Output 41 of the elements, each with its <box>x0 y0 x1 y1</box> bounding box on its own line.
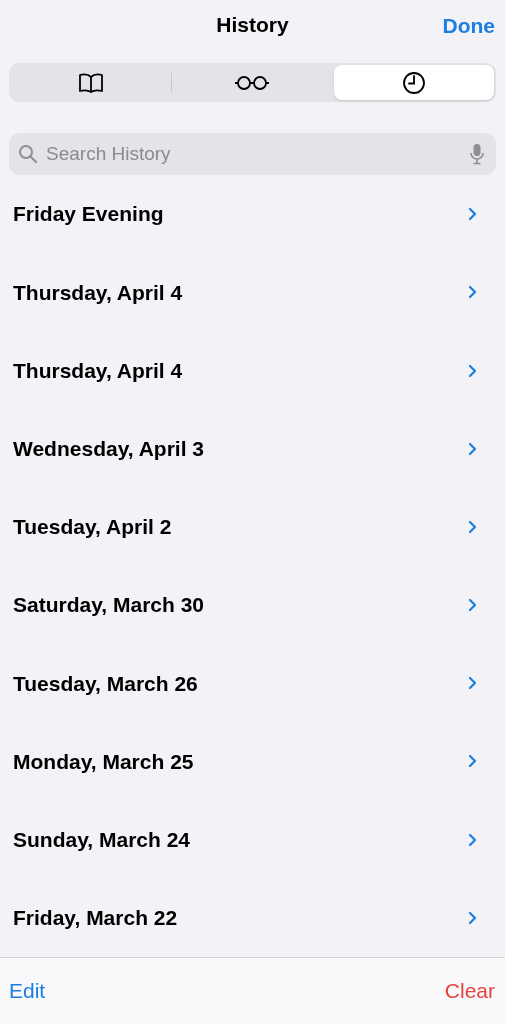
chevron-icon <box>468 910 477 925</box>
sheet-title: History <box>216 11 289 38</box>
row-label: Wednesday, April 3 <box>13 435 204 462</box>
chevron-icon <box>468 285 477 300</box>
chevron-icon <box>468 754 477 769</box>
chevron-icon <box>468 441 477 456</box>
segment-tab[interactable] <box>333 65 494 101</box>
history-row[interactable]: Friday Evening <box>0 175 505 254</box>
history-row[interactable]: Monday, March 25 <box>0 722 505 801</box>
history-row[interactable]: Friday, March 22 <box>0 878 505 957</box>
clock-icon <box>401 70 426 95</box>
row-label: Thursday, April 4 <box>13 357 183 384</box>
history-row[interactable]: Sunday, March 24 <box>0 800 505 879</box>
chevron-icon <box>468 207 477 222</box>
chevron-icon <box>468 519 477 534</box>
history-row[interactable]: Thursday, April 4 <box>0 331 505 410</box>
chevron-icon <box>468 363 477 378</box>
row-label: Friday, March 22 <box>13 905 178 932</box>
glasses-icon <box>234 74 271 91</box>
history-row[interactable]: Saturday, March 30 <box>0 565 505 645</box>
clear-button[interactable]: Clear <box>444 975 496 1007</box>
book-icon <box>78 71 105 94</box>
row-label: Tuesday, March 26 <box>13 670 198 697</box>
row-label: Tuesday, April 2 <box>13 514 172 541</box>
done-button[interactable]: Done <box>438 10 499 42</box>
microphone-icon[interactable] <box>470 143 484 166</box>
chevron-icon <box>468 676 477 691</box>
row-label: Monday, March 25 <box>13 748 194 775</box>
row-label: Sunday, March 24 <box>13 826 190 853</box>
row-label: Saturday, March 30 <box>13 592 205 619</box>
search-icon <box>18 144 38 165</box>
chevron-icon <box>468 598 477 613</box>
history-row[interactable]: Tuesday, April 2 <box>0 487 505 566</box>
row-label: Friday Evening <box>13 201 164 228</box>
chevron-icon <box>468 832 477 847</box>
row-label: Thursday, April 4 <box>13 279 183 306</box>
search-field[interactable]: Search History <box>9 133 496 176</box>
history-row[interactable]: Thursday, April 4 <box>0 253 505 332</box>
history-row[interactable]: Wednesday, April 3 <box>0 409 505 488</box>
edit-button[interactable]: Edit <box>9 975 46 1007</box>
history-row[interactable]: Tuesday, March 26 <box>0 644 505 723</box>
